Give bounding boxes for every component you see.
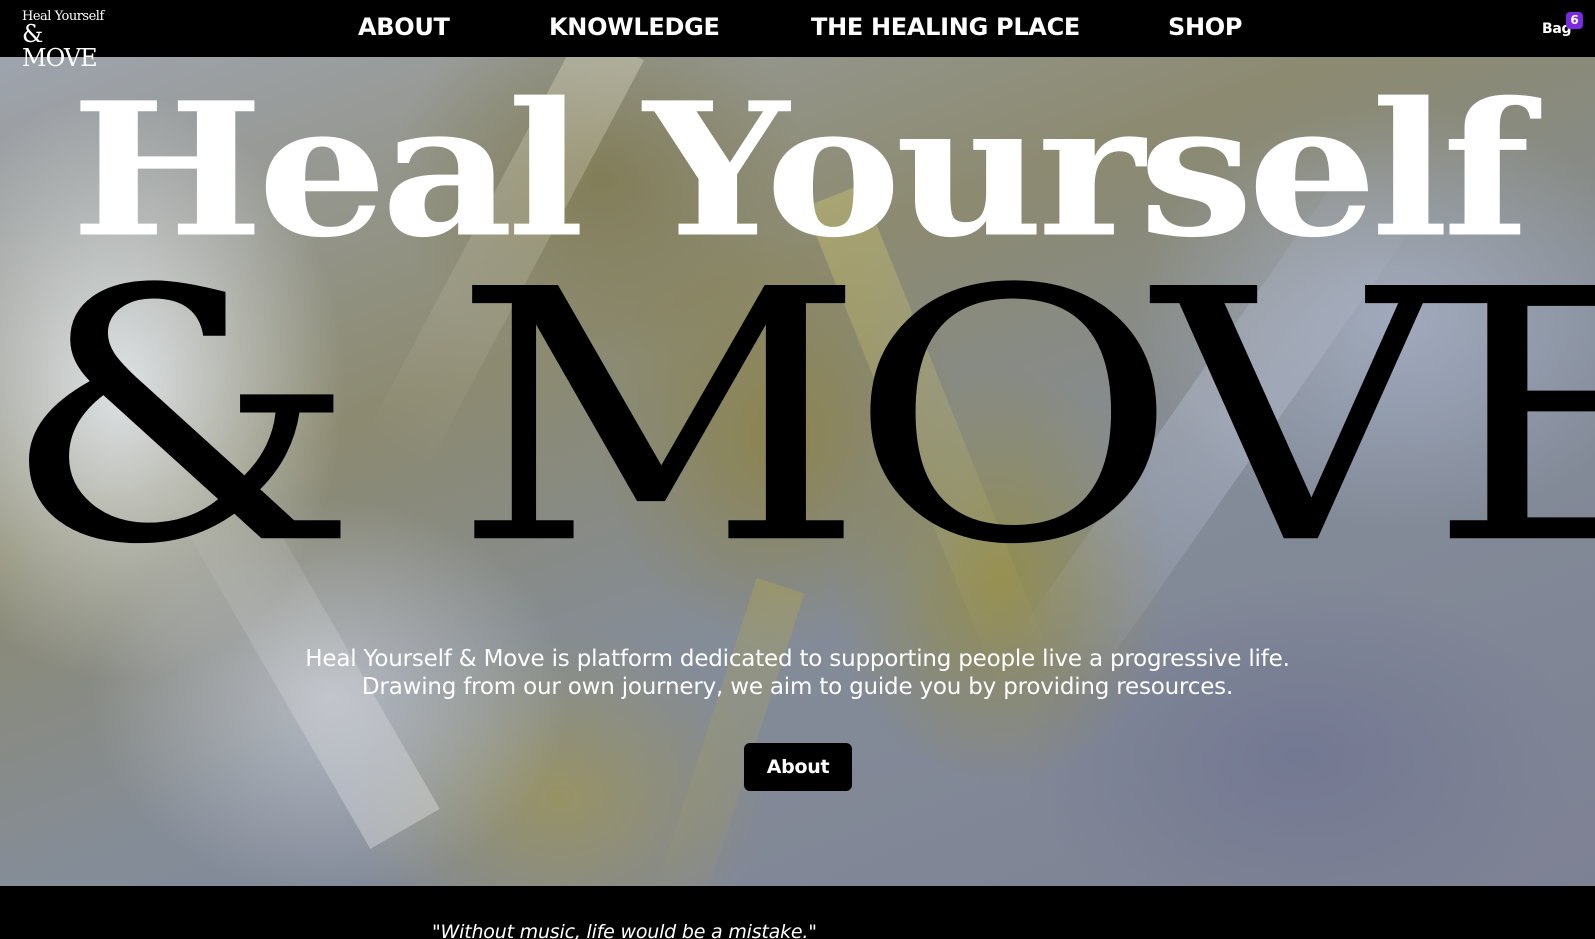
tagline-line-1: Heal Yourself & Move is platform dedicat… <box>305 646 1290 672</box>
about-button[interactable]: About <box>744 743 852 791</box>
bag-count-badge: 6 <box>1566 12 1583 29</box>
nav-item-about[interactable]: ABOUT <box>358 13 450 41</box>
main-nav: ABOUT KNOWLEDGE THE HEALING PLACE SHOP <box>0 0 1595 57</box>
hero-headline-line-2: & MOVE <box>0 216 1595 621</box>
nav-item-the-healing-place[interactable]: THE HEALING PLACE <box>811 13 1080 41</box>
top-navigation-bar: Heal Yourself & MOVE ABOUT KNOWLEDGE THE… <box>0 0 1595 70</box>
tagline-line-2: Drawing from our own journery, we aim to… <box>361 674 1234 700</box>
light-streak <box>645 578 805 886</box>
hero-tagline: Heal Yourself & Move is platform dedicat… <box>0 645 1595 701</box>
quote-text: "Without music, life would be a mistake.… <box>432 921 817 939</box>
nav-item-shop[interactable]: SHOP <box>1168 13 1242 41</box>
quote-section: "Without music, life would be a mistake.… <box>0 886 1595 939</box>
hero-section: Heal Yourself & MOVE Heal Yourself & Mov… <box>0 57 1595 886</box>
nav-item-knowledge[interactable]: KNOWLEDGE <box>549 13 720 41</box>
